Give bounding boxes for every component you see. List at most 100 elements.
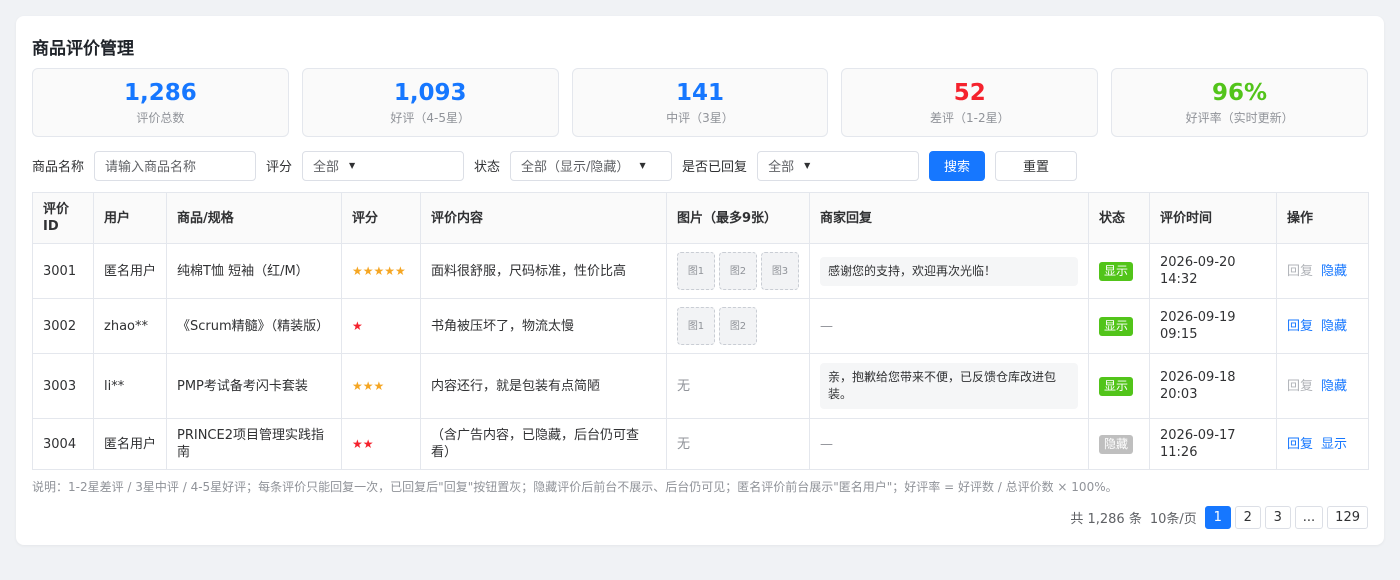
review-id-cell: 3001 — [32, 243, 94, 299]
status-badge: 显示 — [1099, 261, 1134, 281]
images-cell: 图1 图2 — [666, 298, 810, 354]
user-cell: 匿名用户 — [93, 243, 167, 299]
rating-cell: ★ — [341, 298, 421, 354]
filter-bar: 商品名称 请输入商品名称 评分 全部 ▼ 状态 全部（显示/隐藏） ▼ 是否已回… — [32, 150, 1087, 181]
product-cell: 纯棉T恤 短袖（红/M） — [166, 243, 342, 299]
actions-cell: 回复 隐藏 — [1276, 353, 1369, 419]
image-thumbnail[interactable]: 图3 — [761, 252, 799, 290]
content-cell: 面料很舒服，尺码标准，性价比高 — [420, 243, 667, 299]
star-rating-icon: ★★ — [352, 436, 374, 451]
column-header: 图片（最多9张） — [666, 192, 810, 244]
table-row: 3003 li** PMP考试备考闪卡套装 ★★★ 内容还行，就是包装有点简陋无 亲，抱歉… — [32, 353, 1369, 419]
image-thumbnail[interactable]: 图1 — [677, 307, 715, 345]
search-button[interactable]: 搜索 — [929, 150, 986, 181]
column-header: 评价ID — [32, 192, 94, 244]
actions-cell: 回复 隐藏 — [1276, 243, 1369, 299]
reply-cell: — — [809, 298, 1089, 354]
column-header: 评分 — [341, 192, 421, 244]
column-header: 商品/规格 — [166, 192, 342, 244]
actions-cell: 回复 隐藏 — [1276, 298, 1369, 354]
table-note: 说明：1-2星差评 / 3星中评 / 4-5星好评；每条评价只能回复一次，已回复… — [32, 480, 1118, 494]
page-button[interactable]: 129 — [1327, 506, 1368, 529]
actions: 回复 隐藏 — [1287, 263, 1358, 280]
reply-button[interactable]: 回复 — [1287, 319, 1313, 334]
image-thumbnail[interactable]: 图2 — [719, 307, 757, 345]
image-thumbnail[interactable]: 图2 — [719, 252, 757, 290]
no-reply-dash: — — [820, 318, 833, 334]
stat-label: 中评（3星） — [666, 111, 734, 125]
reply-button[interactable]: 回复 — [1287, 437, 1313, 452]
product-name-input[interactable]: 请输入商品名称 — [94, 150, 257, 181]
user-cell: li** — [93, 353, 167, 419]
column-header: 评价时间 — [1149, 192, 1277, 244]
images-cell: 无 — [666, 353, 810, 419]
page-title: 商品评价管理 — [32, 39, 134, 59]
review-id-cell: 3003 — [32, 353, 94, 419]
page-ellipsis[interactable]: ... — [1294, 506, 1324, 529]
replied-select-value: 全部 — [768, 160, 795, 175]
stat-value: 96% — [1212, 80, 1268, 106]
stat-value: 141 — [675, 80, 724, 106]
hide-button[interactable]: 隐藏 — [1321, 319, 1347, 334]
actions: 回复 隐藏 — [1287, 318, 1358, 335]
table-row: 3002 zhao** 《Scrum精髓》（精装版） ★ 书角被压坏了，物流太慢 图1 图2… — [32, 298, 1369, 354]
rating-select[interactable]: 全部 ▼ — [302, 150, 465, 181]
review-time-cell: 2026-09-17 11:26 — [1149, 418, 1277, 470]
product-cell: PRINCE2项目管理实践指南 — [166, 418, 342, 470]
table-row: 3001 匿名用户 纯棉T恤 短袖（红/M） ★★★★★ 面料很舒服，尺码标准，性价比高… — [32, 243, 1369, 299]
user-cell: 匿名用户 — [93, 418, 167, 470]
image-thumbnail[interactable]: 图1 — [677, 252, 715, 290]
status-badge: 隐藏 — [1099, 434, 1134, 454]
status-badge: 显示 — [1099, 376, 1134, 396]
review-date: 2026-09-19 — [1160, 310, 1236, 325]
page-button[interactable]: 2 — [1234, 506, 1261, 529]
total-count: 共 1,286 条 — [1070, 512, 1142, 527]
show-button[interactable]: 显示 — [1321, 437, 1347, 452]
column-header: 用户 — [93, 192, 167, 244]
stat-label: 好评（4-5星） — [390, 111, 470, 125]
status-label: 状态 — [474, 160, 501, 175]
rating-cell: ★★★★★ — [341, 243, 421, 299]
status-select[interactable]: 全部（显示/隐藏） ▼ — [510, 150, 673, 181]
chevron-down-icon: ▼ — [639, 161, 646, 170]
page-size[interactable]: 10条/页 — [1150, 508, 1197, 527]
merchant-reply: 亲，抱歉给您带来不便，已反馈仓库改进包装。 — [820, 363, 1078, 409]
images-cell: 图1 图2 图3 — [666, 243, 810, 299]
review-table: 评价ID 用户 商品/规格 评分 评价内容 图片（最多9张） 商家回复 状态 评价时间 操作 30… — [32, 192, 1369, 470]
user-cell: zhao** — [93, 298, 167, 354]
star-rating-icon: ★★★ — [352, 378, 385, 393]
stat-label: 差评（1-2星） — [929, 111, 1010, 125]
hide-button[interactable]: 隐藏 — [1321, 379, 1347, 394]
page-button[interactable]: 3 — [1264, 506, 1291, 529]
rating-select-value: 全部 — [313, 160, 340, 175]
merchant-reply: 感谢您的支持，欢迎再次光临！ — [820, 256, 1078, 286]
table-header-row: 评价ID 用户 商品/规格 评分 评价内容 图片（最多9张） 商家回复 状态 评价时间 操作 — [32, 192, 1369, 244]
star-rating-icon: ★★★★★ — [352, 263, 406, 278]
status-cell: 显示 — [1088, 243, 1150, 299]
status-select-value: 全部（显示/隐藏） — [521, 160, 630, 175]
stat-label: 好评率（实时更新） — [1185, 111, 1294, 125]
status-badge: 显示 — [1099, 316, 1134, 336]
page-button[interactable]: 1 — [1204, 506, 1231, 529]
replied-label: 是否已回复 — [682, 160, 748, 175]
stat-card: 52 差评（1-2星） — [841, 68, 1099, 137]
reset-button[interactable]: 重置 — [995, 150, 1078, 181]
chevron-down-icon: ▼ — [804, 161, 811, 170]
no-image-text: 无 — [677, 378, 691, 394]
image-thumbnails: 图1 图2 — [677, 307, 799, 345]
review-date: 2026-09-18 — [1160, 370, 1236, 385]
replied-select[interactable]: 全部 ▼ — [757, 150, 920, 181]
review-id-cell: 3004 — [32, 418, 94, 470]
actions-cell: 回复 显示 — [1276, 418, 1369, 470]
content-cell: （含广告内容，已隐藏，后台仍可查看） — [420, 418, 667, 470]
rating-cell: ★★ — [341, 418, 421, 470]
actions: 回复 显示 — [1287, 436, 1358, 453]
review-time-cell: 2026-09-19 09:15 — [1149, 298, 1277, 354]
reply-cell: 亲，抱歉给您带来不便，已反馈仓库改进包装。 — [809, 353, 1089, 419]
column-header: 操作 — [1276, 192, 1369, 244]
reply-cell: — — [809, 418, 1089, 470]
review-time: 20:03 — [1160, 387, 1198, 402]
image-thumbnails: 图1 图2 图3 — [677, 252, 799, 290]
hide-button[interactable]: 隐藏 — [1321, 264, 1347, 279]
content-cell: 内容还行，就是包装有点简陋 — [420, 353, 667, 419]
